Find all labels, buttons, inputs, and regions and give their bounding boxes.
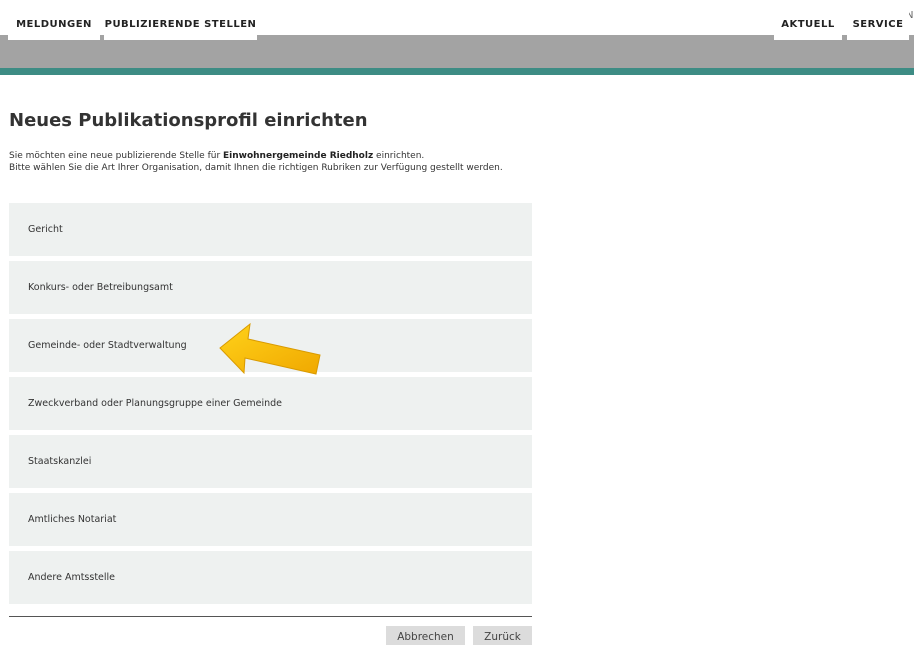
footer-divider bbox=[9, 616, 532, 617]
page-title: Neues Publikationsprofil einrichten bbox=[9, 110, 368, 131]
option-zweckverband[interactable]: Zweckverband oder Planungsgruppe einer G… bbox=[9, 377, 532, 430]
intro-prefix: Sie möchten eine neue publizierende Stel… bbox=[9, 151, 224, 161]
organization-type-list: Gericht Konkurs- oder Betreibungsamt Gem… bbox=[9, 203, 532, 609]
option-konkursamt[interactable]: Konkurs- oder Betreibungsamt bbox=[9, 261, 532, 314]
highlight-arrow-icon bbox=[219, 322, 321, 375]
intro-instruction: Bitte wählen Sie die Art Ihrer Organisat… bbox=[9, 163, 503, 173]
intro-suffix: einrichten. bbox=[373, 151, 425, 161]
option-staatskanzlei[interactable]: Staatskanzlei bbox=[9, 435, 532, 488]
option-notariat[interactable]: Amtliches Notariat bbox=[9, 493, 532, 546]
option-gericht[interactable]: Gericht bbox=[9, 203, 532, 256]
tab-aktuell[interactable]: AKTUELL bbox=[774, 8, 842, 40]
tab-service[interactable]: SERVICE bbox=[847, 8, 909, 40]
intro-text: Sie möchten eine neue publizierende Stel… bbox=[9, 150, 529, 174]
main-navigation bbox=[0, 35, 914, 75]
option-andere-amtsstelle[interactable]: Andere Amtsstelle bbox=[9, 551, 532, 604]
tab-meldungen[interactable]: MELDUNGEN bbox=[8, 8, 100, 40]
cancel-button[interactable]: Abbrechen bbox=[386, 626, 465, 645]
back-button[interactable]: Zurück bbox=[473, 626, 532, 645]
organization-name: Einwohnergemeinde Riedholz bbox=[223, 151, 374, 161]
tab-publizierende-stellen[interactable]: PUBLIZIERENDE STELLEN bbox=[104, 8, 257, 40]
nav-accent-line bbox=[0, 68, 914, 75]
